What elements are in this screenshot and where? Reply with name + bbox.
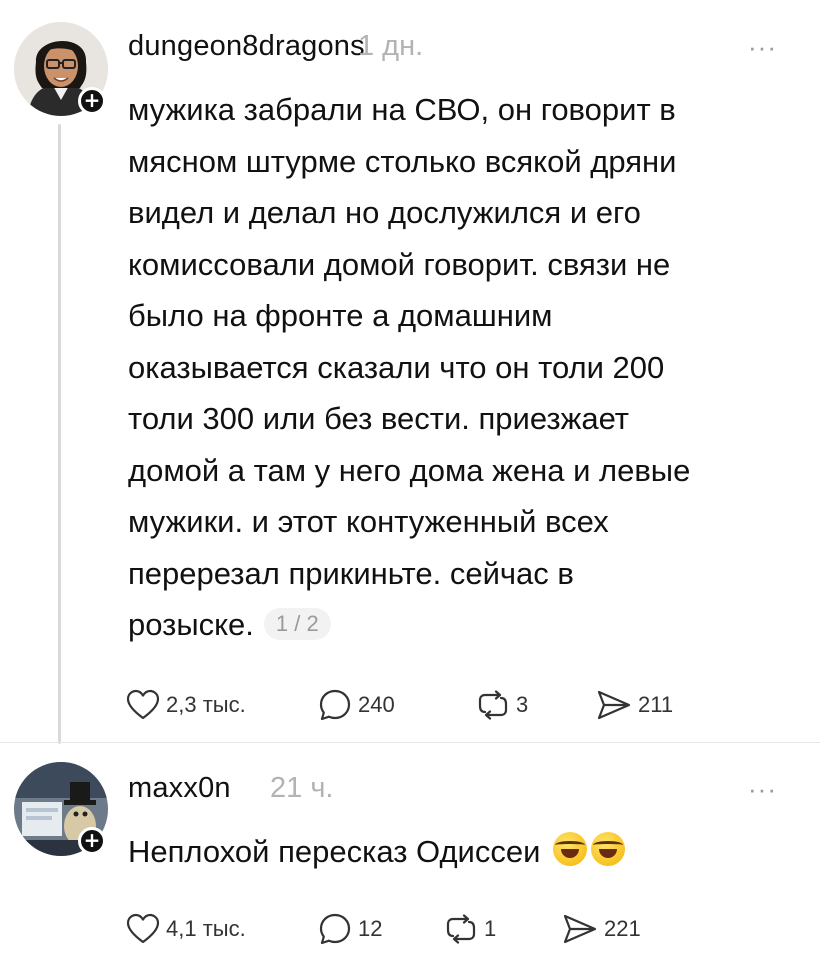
reply-button[interactable]: 12 bbox=[318, 912, 444, 946]
repost-icon bbox=[446, 914, 476, 944]
post-line: толи 300 или без вести. приезжает bbox=[128, 401, 629, 436]
share-button[interactable]: 211 bbox=[596, 689, 706, 721]
post-text: Неплохой пересказ Одиссеи bbox=[128, 826, 808, 878]
heart-icon bbox=[126, 689, 160, 720]
post-line: розыске. bbox=[128, 607, 254, 642]
repost-button[interactable]: 1 bbox=[444, 914, 562, 944]
like-count: 4,1 тыс. bbox=[166, 916, 246, 941]
post-line: мужика забрали на СВО, он говорит в bbox=[128, 92, 676, 127]
follow-plus-button[interactable]: + bbox=[78, 827, 106, 855]
action-bar: 2,3 тыс. 240 3 211 bbox=[126, 688, 706, 722]
repost-icon bbox=[478, 690, 508, 720]
repost-button[interactable]: 3 bbox=[476, 690, 596, 720]
reply-button[interactable]: 240 bbox=[318, 688, 476, 722]
send-icon bbox=[563, 914, 597, 944]
like-button[interactable]: 2,3 тыс. bbox=[126, 689, 318, 721]
like-count: 2,3 тыс. bbox=[166, 692, 246, 717]
more-options-icon[interactable]: ··· bbox=[748, 774, 777, 805]
timestamp: 1 дн. bbox=[358, 30, 424, 62]
post-line: перерезал прикиньте. сейчас в bbox=[128, 555, 574, 591]
heart-icon bbox=[126, 913, 160, 944]
post-line-last: розыске. 1 / 2 bbox=[128, 599, 808, 651]
comment-bubble-icon bbox=[319, 689, 351, 721]
share-count: 221 bbox=[604, 916, 641, 941]
post-line: мужики. и этот контуженный всех bbox=[128, 504, 609, 539]
post-line: видел и делал но дослужился и его bbox=[128, 195, 641, 230]
timestamp: 21 ч. bbox=[270, 772, 334, 804]
post-line: Неплохой пересказ Одиссеи bbox=[128, 834, 541, 869]
repost-count: 3 bbox=[516, 692, 529, 717]
send-icon bbox=[597, 690, 631, 720]
follow-plus-button[interactable]: + bbox=[78, 87, 106, 115]
post-text: мужика забрали на СВО, он говорит в мясн… bbox=[128, 84, 808, 651]
share-count: 211 bbox=[638, 692, 674, 717]
rolling-laughing-emoji-icon bbox=[591, 832, 626, 866]
post-line: домой а там у него дома жена и левые bbox=[128, 452, 691, 488]
more-options-icon[interactable]: ··· bbox=[748, 32, 777, 63]
post-line: было на фронте а домашним bbox=[128, 298, 553, 333]
username[interactable]: maxx0n bbox=[128, 772, 231, 805]
post-line: мясном штурме столько всякой дряни bbox=[128, 143, 677, 179]
rolling-laughing-emoji-icon bbox=[553, 832, 588, 866]
thread-line bbox=[58, 124, 61, 744]
post-line: оказывается сказали что он толи 200 bbox=[128, 349, 665, 385]
comment-bubble-icon bbox=[319, 913, 351, 945]
post-dungeon8dragons: + dungeon8dragons 1 дн. ··· мужика забра… bbox=[0, 0, 820, 760]
repost-count: 1 bbox=[484, 916, 497, 941]
reply-count: 12 bbox=[358, 916, 383, 941]
reply-count: 240 bbox=[358, 692, 395, 717]
page-indicator[interactable]: 1 / 2 bbox=[263, 608, 331, 640]
post-maxx0n: + maxx0n 21 ч. ··· Неплохой пересказ Оди… bbox=[0, 742, 820, 973]
action-bar: 4,1 тыс. 12 1 221 bbox=[126, 912, 672, 946]
post-line: комиссовали домой говорит. связи не bbox=[128, 246, 671, 282]
username[interactable]: dungeon8dragons bbox=[128, 30, 365, 63]
share-button[interactable]: 221 bbox=[562, 913, 672, 945]
like-button[interactable]: 4,1 тыс. bbox=[126, 913, 318, 945]
